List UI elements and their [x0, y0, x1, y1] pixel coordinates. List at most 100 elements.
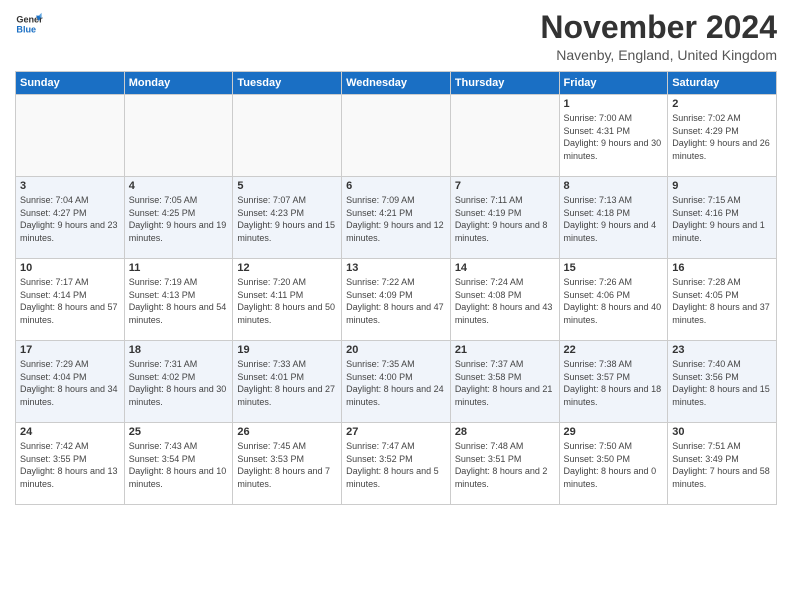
- day-number: 27: [346, 426, 446, 438]
- day-cell: 28 Sunrise: 7:48 AM Sunset: 3:51 PM Dayli…: [450, 423, 559, 505]
- day-info: Sunrise: 7:04 AM Sunset: 4:27 PM Dayligh…: [20, 194, 120, 244]
- day-number: 11: [129, 262, 229, 274]
- col-sunday: Sunday: [16, 72, 125, 95]
- header: General Blue November 2024 Navenby, Engl…: [15, 10, 777, 63]
- day-cell: 26Sunrise: 7:45 AM Sunset: 3:53 PM Dayli…: [233, 423, 342, 505]
- day-info: Sunrise: 7:40 AM Sunset: 3:56 PM Dayligh…: [672, 358, 772, 408]
- day-info: Sunrise: 7:19 AM Sunset: 4:13 PM Dayligh…: [129, 276, 229, 326]
- day-info: Sunrise: 7:02 AM Sunset: 4:29 PM Dayligh…: [672, 112, 772, 162]
- month-title: November 2024: [540, 10, 777, 45]
- week-row-4: 17 Sunrise: 7:29 AM Sunset: 4:04 PM Dayli…: [16, 341, 777, 423]
- day-cell: 20 Sunrise: 7:35 AM Sunset: 4:00 PM Dayli…: [342, 341, 451, 423]
- page-container: General Blue November 2024 Navenby, Engl…: [0, 0, 792, 510]
- day-info: Sunrise: 7:24 AM Sunset: 4:08 PM Dayligh…: [455, 276, 555, 326]
- day-info: Sunrise: 7:07 AM Sunset: 4:23 PM Dayligh…: [237, 194, 337, 244]
- day-info: Sunrise: 7:42 AM Sunset: 3:55 PM Dayligh…: [20, 440, 120, 490]
- day-number: 16: [672, 262, 772, 274]
- day-info: Sunrise: 7:51 AM Sunset: 3:49 PM Dayligh…: [672, 440, 772, 490]
- day-number: 4: [129, 180, 229, 192]
- day-info: Sunrise: 7:47 AM Sunset: 3:52 PM Dayligh…: [346, 440, 446, 490]
- day-info: Sunrise: 7:09 AM Sunset: 4:21 PM Dayligh…: [346, 194, 446, 244]
- day-number: 24: [20, 426, 120, 438]
- day-cell: 4Sunrise: 7:05 AM Sunset: 4:25 PM Daylig…: [124, 177, 233, 259]
- day-number: 14: [455, 262, 555, 274]
- day-number: 26: [237, 426, 337, 438]
- day-info: Sunrise: 7:35 AM Sunset: 4:00 PM Dayligh…: [346, 358, 446, 408]
- day-cell: 16 Sunrise: 7:28 AM Sunset: 4:05 PM Dayli…: [668, 259, 777, 341]
- day-number: 10: [20, 262, 120, 274]
- day-info: Sunrise: 7:22 AM Sunset: 4:09 PM Dayligh…: [346, 276, 446, 326]
- day-cell: 6 Sunrise: 7:09 AM Sunset: 4:21 PM Daylig…: [342, 177, 451, 259]
- day-cell: [16, 95, 125, 177]
- day-number: 1: [564, 98, 664, 110]
- day-cell: [342, 95, 451, 177]
- day-info: Sunrise: 7:31 AM Sunset: 4:02 PM Dayligh…: [129, 358, 229, 408]
- col-monday: Monday: [124, 72, 233, 95]
- day-info: Sunrise: 7:26 AM Sunset: 4:06 PM Dayligh…: [564, 276, 664, 326]
- day-info: Sunrise: 7:38 AM Sunset: 3:57 PM Dayligh…: [564, 358, 664, 408]
- day-cell: 13 Sunrise: 7:22 AM Sunset: 4:09 PM Dayli…: [342, 259, 451, 341]
- day-cell: 18 Sunrise: 7:31 AM Sunset: 4:02 PM Dayli…: [124, 341, 233, 423]
- day-cell: 21 Sunrise: 7:37 AM Sunset: 3:58 PM Dayli…: [450, 341, 559, 423]
- day-cell: 19 Sunrise: 7:33 AM Sunset: 4:01 PM Dayli…: [233, 341, 342, 423]
- day-number: 6: [346, 180, 446, 192]
- day-cell: [233, 95, 342, 177]
- day-number: 12: [237, 262, 337, 274]
- day-info: Sunrise: 7:28 AM Sunset: 4:05 PM Dayligh…: [672, 276, 772, 326]
- col-tuesday: Tuesday: [233, 72, 342, 95]
- day-cell: 29Sunrise: 7:50 AM Sunset: 3:50 PM Dayli…: [559, 423, 668, 505]
- day-cell: 24 Sunrise: 7:42 AM Sunset: 3:55 PM Dayli…: [16, 423, 125, 505]
- svg-text:Blue: Blue: [16, 24, 36, 34]
- day-cell: 27 Sunrise: 7:47 AM Sunset: 3:52 PM Dayli…: [342, 423, 451, 505]
- day-number: 7: [455, 180, 555, 192]
- day-number: 25: [129, 426, 229, 438]
- day-cell: [450, 95, 559, 177]
- day-number: 8: [564, 180, 664, 192]
- day-cell: 15 Sunrise: 7:26 AM Sunset: 4:06 PM Dayli…: [559, 259, 668, 341]
- day-number: 19: [237, 344, 337, 356]
- day-cell: 8 Sunrise: 7:13 AM Sunset: 4:18 PM Daylig…: [559, 177, 668, 259]
- week-row-1: 1 Sunrise: 7:00 AM Sunset: 4:31 PM Daylig…: [16, 95, 777, 177]
- day-cell: 22Sunrise: 7:38 AM Sunset: 3:57 PM Dayli…: [559, 341, 668, 423]
- day-number: 18: [129, 344, 229, 356]
- day-number: 15: [564, 262, 664, 274]
- day-number: 17: [20, 344, 120, 356]
- day-number: 30: [672, 426, 772, 438]
- col-friday: Friday: [559, 72, 668, 95]
- day-cell: 30 Sunrise: 7:51 AM Sunset: 3:49 PM Dayli…: [668, 423, 777, 505]
- title-area: November 2024 Navenby, England, United K…: [540, 10, 777, 63]
- day-cell: 7 Sunrise: 7:11 AM Sunset: 4:19 PM Daylig…: [450, 177, 559, 259]
- day-info: Sunrise: 7:29 AM Sunset: 4:04 PM Dayligh…: [20, 358, 120, 408]
- day-info: Sunrise: 7:11 AM Sunset: 4:19 PM Dayligh…: [455, 194, 555, 244]
- day-cell: [124, 95, 233, 177]
- day-info: Sunrise: 7:33 AM Sunset: 4:01 PM Dayligh…: [237, 358, 337, 408]
- day-cell: 25 Sunrise: 7:43 AM Sunset: 3:54 PM Dayli…: [124, 423, 233, 505]
- day-number: 28: [455, 426, 555, 438]
- day-info: Sunrise: 7:48 AM Sunset: 3:51 PM Dayligh…: [455, 440, 555, 490]
- day-number: 5: [237, 180, 337, 192]
- location: Navenby, England, United Kingdom: [540, 47, 777, 63]
- day-number: 20: [346, 344, 446, 356]
- calendar-body: 1 Sunrise: 7:00 AM Sunset: 4:31 PM Daylig…: [16, 95, 777, 505]
- day-cell: 17 Sunrise: 7:29 AM Sunset: 4:04 PM Dayli…: [16, 341, 125, 423]
- day-cell: 10Sunrise: 7:17 AM Sunset: 4:14 PM Dayli…: [16, 259, 125, 341]
- day-cell: 11 Sunrise: 7:19 AM Sunset: 4:13 PM Dayli…: [124, 259, 233, 341]
- day-info: Sunrise: 7:43 AM Sunset: 3:54 PM Dayligh…: [129, 440, 229, 490]
- day-info: Sunrise: 7:37 AM Sunset: 3:58 PM Dayligh…: [455, 358, 555, 408]
- day-info: Sunrise: 7:13 AM Sunset: 4:18 PM Dayligh…: [564, 194, 664, 244]
- logo: General Blue: [15, 10, 43, 38]
- day-cell: 1 Sunrise: 7:00 AM Sunset: 4:31 PM Daylig…: [559, 95, 668, 177]
- day-cell: 3Sunrise: 7:04 AM Sunset: 4:27 PM Daylig…: [16, 177, 125, 259]
- day-info: Sunrise: 7:00 AM Sunset: 4:31 PM Dayligh…: [564, 112, 664, 162]
- day-number: 21: [455, 344, 555, 356]
- calendar-table: Sunday Monday Tuesday Wednesday Thursday…: [15, 71, 777, 505]
- day-number: 2: [672, 98, 772, 110]
- col-wednesday: Wednesday: [342, 72, 451, 95]
- day-cell: 23Sunrise: 7:40 AM Sunset: 3:56 PM Dayli…: [668, 341, 777, 423]
- day-cell: 2 Sunrise: 7:02 AM Sunset: 4:29 PM Daylig…: [668, 95, 777, 177]
- week-row-2: 3Sunrise: 7:04 AM Sunset: 4:27 PM Daylig…: [16, 177, 777, 259]
- day-number: 13: [346, 262, 446, 274]
- day-number: 9: [672, 180, 772, 192]
- week-row-3: 10Sunrise: 7:17 AM Sunset: 4:14 PM Dayli…: [16, 259, 777, 341]
- col-saturday: Saturday: [668, 72, 777, 95]
